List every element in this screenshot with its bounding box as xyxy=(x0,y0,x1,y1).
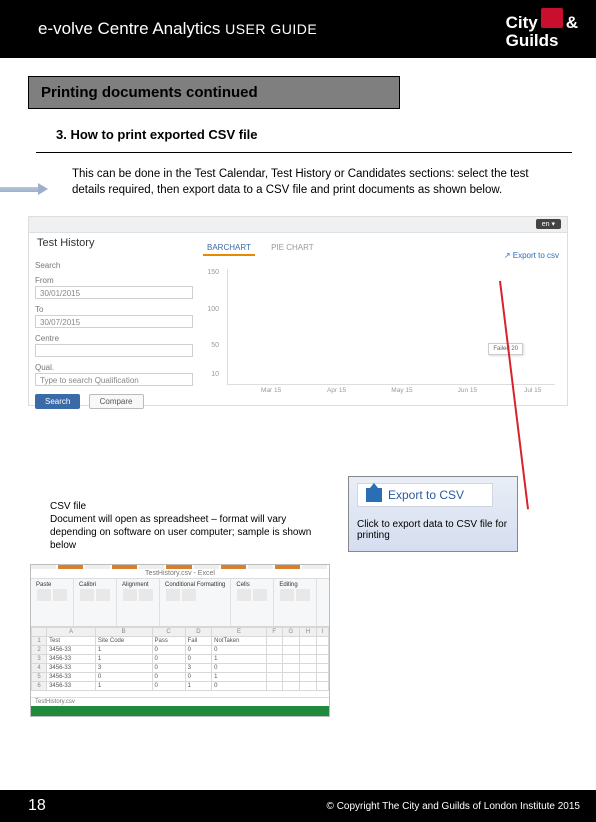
chart-topbar: en ▾ xyxy=(29,217,567,233)
guide-label: USER GUIDE xyxy=(225,21,317,37)
excel-tabstrip xyxy=(31,565,329,569)
instruction-text: This can be done in the Test Calendar, T… xyxy=(72,167,558,198)
page-header: e-volve Centre Analytics USER GUIDE City… xyxy=(0,0,596,58)
lang-pill: en ▾ xyxy=(536,219,561,229)
lion-icon xyxy=(541,8,563,28)
qual-label: Qual. xyxy=(35,363,193,372)
tab-barchart[interactable]: BARCHART xyxy=(203,241,255,256)
header-title: e-volve Centre Analytics USER GUIDE xyxy=(38,19,317,39)
chart-title: Test History xyxy=(37,237,94,249)
test-history-screenshot: en ▾ Test History Search From 30/01/2015… xyxy=(28,216,568,406)
spreadsheet-title: TestHistory.csv - Excel xyxy=(31,569,329,579)
tab-piechart[interactable]: PIE CHART xyxy=(267,241,318,254)
csv-note: CSV fileDocument will open as spreadshee… xyxy=(50,500,330,552)
divider xyxy=(36,152,572,153)
section-heading: Printing documents continued xyxy=(28,76,400,109)
export-csv-link[interactable]: ↗ Export to csv xyxy=(504,251,559,260)
excel-ribbon: PasteCalibriAlignmentConditional Formatt… xyxy=(31,579,329,627)
sheet-tab[interactable]: TestHistory.csv xyxy=(31,697,329,706)
export-callout-box: Export to CSV Click to export data to CS… xyxy=(348,476,518,552)
chart-filter-panel: Search From 30/01/2015 To 30/07/2015 Cen… xyxy=(35,255,193,409)
compare-button[interactable]: Compare xyxy=(89,394,144,409)
from-field[interactable]: 30/01/2015 xyxy=(35,286,193,299)
excel-statusbar xyxy=(31,706,329,716)
brand-logo: City& Guilds xyxy=(506,8,578,50)
search-button[interactable]: Search xyxy=(35,394,80,409)
page-number: 18 xyxy=(28,797,46,815)
spreadsheet-grid: ABCDEFGHI1TestSite CodePassFailNotTaken2… xyxy=(31,627,329,697)
export-icon xyxy=(366,488,382,502)
subsection-heading: 3. How to print exported CSV file xyxy=(56,127,596,146)
to-label: To xyxy=(35,305,193,314)
export-button-label: Export to CSV xyxy=(388,488,464,502)
product-name: e-volve Centre Analytics xyxy=(38,19,220,38)
copyright-text: © Copyright The City and Guilds of Londo… xyxy=(327,801,580,812)
from-label: From xyxy=(35,276,193,285)
arrow-indicator-icon xyxy=(0,184,52,194)
centre-label: Centre xyxy=(35,334,193,343)
centre-field[interactable] xyxy=(35,344,193,357)
page-footer: 18 © Copyright The City and Guilds of Lo… xyxy=(0,790,596,822)
qual-field[interactable]: Type to search Qualification xyxy=(35,373,193,386)
to-field[interactable]: 30/07/2015 xyxy=(35,315,193,328)
export-caption: Click to export data to CSV file for pri… xyxy=(357,519,509,541)
search-header: Search xyxy=(35,261,193,270)
export-csv-button[interactable]: Export to CSV xyxy=(357,483,493,507)
spreadsheet-sample: TestHistory.csv - Excel PasteCalibriAlig… xyxy=(30,564,330,717)
